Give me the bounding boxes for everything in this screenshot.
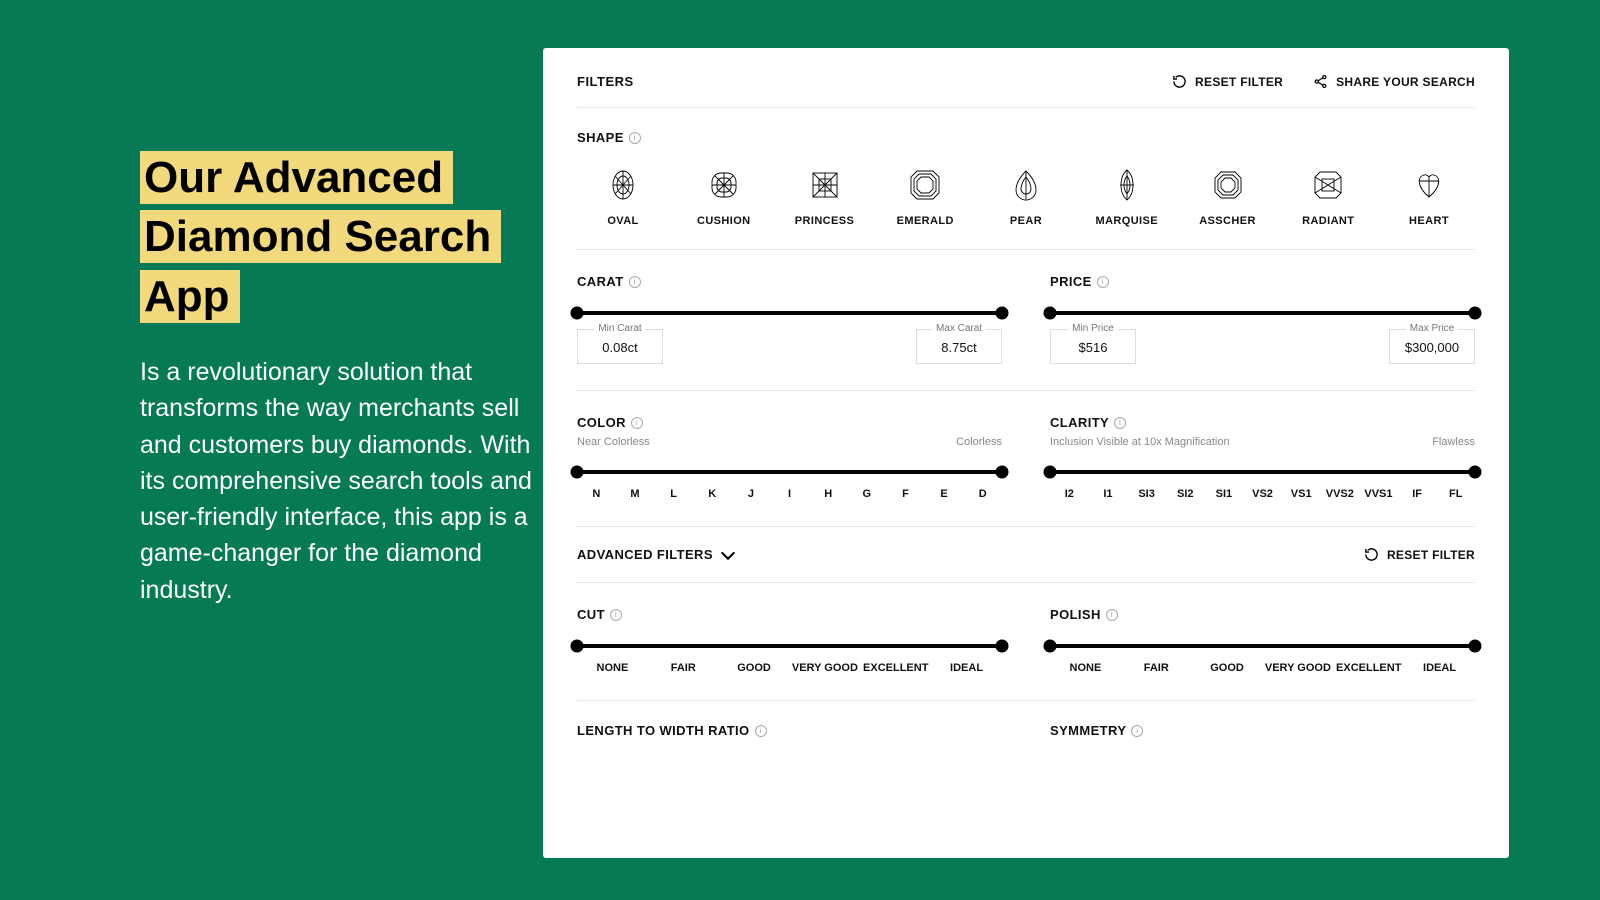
cut-label: CUT: [577, 607, 605, 622]
cushion-icon: [708, 169, 740, 201]
shape-asscher[interactable]: ASSCHER: [1186, 169, 1270, 227]
cut-ticks: NONEFAIRGOODVERY GOODEXCELLENTIDEAL: [577, 662, 1002, 674]
carat-slider[interactable]: [577, 311, 1002, 315]
share-search-button[interactable]: SHARE YOUR SEARCH: [1313, 74, 1475, 89]
shape-row: OVAL CUSHION PRINCESS EMERALD PEAR MARQU…: [577, 169, 1475, 227]
color-label: COLOR: [577, 415, 626, 430]
cut-slider[interactable]: [577, 644, 1002, 648]
color-slider[interactable]: [577, 470, 1002, 474]
heart-icon: [1413, 169, 1445, 201]
price-slider[interactable]: [1050, 311, 1475, 315]
clarity-ticks: I2I1SI3SI2SI1VS2VS1VVS2VVS1IFFL: [1050, 488, 1475, 500]
share-icon: [1313, 74, 1328, 89]
marquise-icon: [1111, 169, 1143, 201]
carat-label: CARAT: [577, 274, 624, 289]
lwr-label: LENGTH TO WIDTH RATIO: [577, 723, 750, 738]
marketing-headline: Our Advanced Diamond Search App: [140, 148, 570, 326]
price-min-input[interactable]: Min Price $516: [1050, 329, 1136, 364]
polish-ticks: NONEFAIRGOODVERY GOODEXCELLENTIDEAL: [1050, 662, 1475, 674]
reset-icon: [1364, 547, 1379, 562]
info-icon[interactable]: i: [629, 132, 641, 144]
marketing-body: Is a revolutionary solution that transfo…: [140, 354, 540, 608]
carat-max-input[interactable]: Max Carat 8.75ct: [916, 329, 1002, 364]
reset-filter-button[interactable]: RESET FILTER: [1172, 74, 1283, 89]
emerald-icon: [909, 169, 941, 201]
pear-icon: [1010, 169, 1042, 201]
filters-title: FILTERS: [577, 74, 634, 89]
price-max-input[interactable]: Max Price $300,000: [1389, 329, 1475, 364]
chevron-down-icon: [721, 545, 735, 559]
reset-filter-button-advanced[interactable]: RESET FILTER: [1364, 547, 1475, 562]
color-hint-left: Near Colorless: [577, 436, 650, 448]
info-icon[interactable]: i: [1097, 276, 1109, 288]
filter-panel: FILTERS RESET FILTER SHARE YOUR SEARCH S…: [543, 48, 1509, 858]
carat-min-input[interactable]: Min Carat 0.08ct: [577, 329, 663, 364]
clarity-slider[interactable]: [1050, 470, 1475, 474]
symmetry-label: SYMMETRY: [1050, 723, 1126, 738]
shape-cushion[interactable]: CUSHION: [682, 169, 766, 227]
info-icon[interactable]: i: [631, 417, 643, 429]
shape-label: SHAPE: [577, 130, 624, 145]
info-icon[interactable]: i: [610, 609, 622, 621]
clarity-hint-left: Inclusion Visible at 10x Magnification: [1050, 436, 1230, 448]
oval-icon: [607, 169, 639, 201]
shape-heart[interactable]: HEART: [1387, 169, 1471, 227]
shape-marquise[interactable]: MARQUISE: [1085, 169, 1169, 227]
shape-pear[interactable]: PEAR: [984, 169, 1068, 227]
radiant-icon: [1312, 169, 1344, 201]
shape-oval[interactable]: OVAL: [581, 169, 665, 227]
clarity-hint-right: Flawless: [1432, 436, 1475, 448]
polish-slider[interactable]: [1050, 644, 1475, 648]
info-icon[interactable]: i: [1114, 417, 1126, 429]
info-icon[interactable]: i: [1106, 609, 1118, 621]
price-label: PRICE: [1050, 274, 1092, 289]
shape-emerald[interactable]: EMERALD: [883, 169, 967, 227]
polish-label: POLISH: [1050, 607, 1101, 622]
color-hint-right: Colorless: [956, 436, 1002, 448]
asscher-icon: [1212, 169, 1244, 201]
color-ticks: NMLKJIHGFED: [577, 488, 1002, 500]
advanced-filters-toggle[interactable]: ADVANCED FILTERS: [577, 547, 733, 562]
shape-princess[interactable]: PRINCESS: [783, 169, 867, 227]
info-icon[interactable]: i: [1131, 725, 1143, 737]
princess-icon: [809, 169, 841, 201]
clarity-label: CLARITY: [1050, 415, 1109, 430]
shape-radiant[interactable]: RADIANT: [1286, 169, 1370, 227]
reset-icon: [1172, 74, 1187, 89]
info-icon[interactable]: i: [629, 276, 641, 288]
info-icon[interactable]: i: [755, 725, 767, 737]
